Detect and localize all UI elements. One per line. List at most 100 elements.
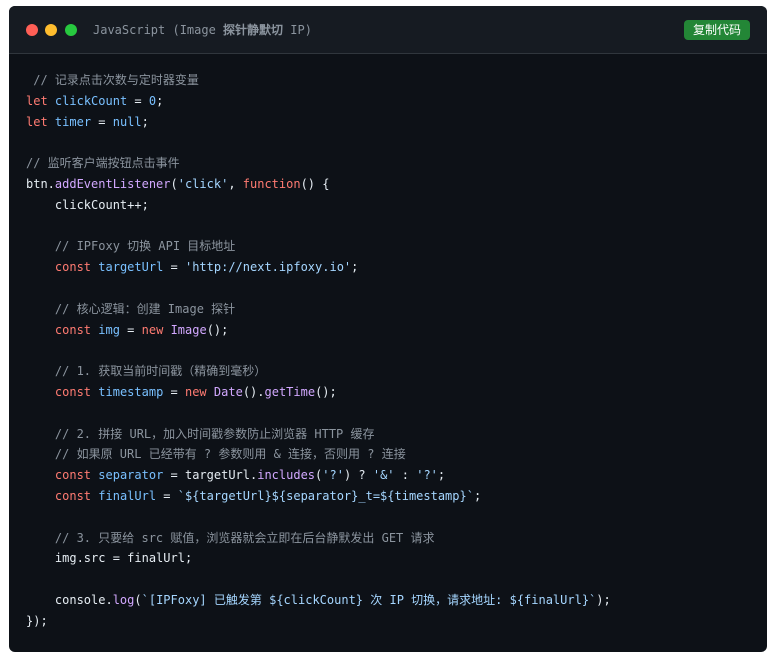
code-window-titlebar: JavaScript (Image 探针静默切 IP) 复制代码 — [9, 6, 767, 54]
code-token-keyword: new — [141, 322, 164, 337]
code-token-default — [26, 260, 55, 274]
code-line: clickCount++; — [26, 195, 611, 216]
code-line: // 记录点击次数与定时器变量 — [26, 70, 611, 91]
code-token-default: ; — [473, 488, 482, 503]
code-token-string: '?' — [416, 468, 438, 483]
code-token-function: log — [112, 592, 135, 607]
code-token-variable: targetUrl — [98, 260, 164, 275]
code-token-function: Date — [213, 384, 243, 399]
title-bold: 探针静默切 — [223, 23, 284, 37]
code-token-default: () { — [300, 176, 330, 191]
code-token-comment: // 2. 拼接 URL，加入时间戳参数防止浏览器 HTTP 缓存 — [26, 426, 375, 441]
code-token-default: , — [228, 176, 243, 191]
code-line: let timer = null; — [26, 112, 611, 133]
code-token-keyword: const — [54, 384, 92, 399]
code-token-string: '&' — [372, 468, 395, 483]
code-token-default: = targetUrl. — [163, 468, 258, 483]
code-token-variable: img — [98, 322, 120, 337]
code-token-default: btn. — [26, 176, 55, 191]
code-token-keyword: function — [242, 176, 301, 191]
minimize-dot-icon — [45, 24, 57, 36]
code-token-comment: // IPFoxy 切换 API 目标地址 — [26, 239, 236, 254]
code-token-variable: finalUrl — [98, 488, 157, 503]
code-line: btn.addEventListener('click', function()… — [26, 174, 611, 195]
code-line: // 如果原 URL 已经带有 ? 参数则用 & 连接，否则用 ? 连接 — [26, 444, 611, 465]
code-line: ​ — [26, 132, 611, 153]
code-line: // 3. 只要给 src 赋值，浏览器就会立即在后台静默发出 GET 请求 — [26, 528, 611, 549]
code-token-keyword: const — [54, 322, 92, 337]
code-line: const finalUrl = `${targetUrl}${separato… — [26, 486, 611, 507]
code-token-function: getTime — [264, 384, 316, 399]
code-token-default: : — [394, 468, 417, 483]
code-token-default: = — [156, 488, 178, 503]
code-token-default — [48, 115, 55, 129]
code-line: ​ — [26, 340, 611, 361]
code-token-keyword: let — [26, 114, 48, 129]
code-token-default: ); — [596, 592, 611, 607]
code-token-default: }); — [26, 613, 48, 628]
code-token-default: img.src = finalUrl; — [26, 551, 193, 566]
code-token-variable: timestamp — [98, 384, 164, 399]
code-token-default: console. — [26, 592, 113, 607]
code-line: ​ — [26, 278, 611, 299]
code-token-keyword: const — [54, 488, 92, 503]
code-token-default: (); — [315, 384, 337, 399]
code-token-function: includes — [257, 468, 316, 483]
code-token-default: ; — [351, 260, 359, 275]
code-line: img.src = finalUrl; — [26, 548, 611, 569]
code-block: // 记录点击次数与定时器变量 let clickCount = 0; let ti… — [26, 70, 611, 632]
code-line: ​ — [26, 569, 611, 590]
code-token-comment: // 1. 获取当前时间戳（精确到毫秒） — [26, 364, 267, 379]
copy-code-button[interactable]: 复制代码 — [683, 20, 750, 40]
code-line: const separator = targetUrl.includes('?'… — [26, 465, 611, 486]
code-token-keyword: new — [184, 384, 207, 399]
code-token-default — [26, 468, 55, 482]
code-line: const img = new Image(); — [26, 320, 611, 341]
code-line: }); — [26, 611, 611, 632]
code-line: // IPFoxy 切换 API 目标地址 — [26, 236, 611, 257]
title-suffix: IP) — [283, 23, 312, 37]
code-token-default: = — [163, 260, 185, 275]
code-token-string: `${targetUrl}${separator}_t=${timestamp}… — [177, 488, 474, 503]
code-token-default: (). — [242, 384, 265, 399]
code-line: // 2. 拼接 URL，加入时间戳参数防止浏览器 HTTP 缓存 — [26, 424, 611, 445]
code-token-string: 'click' — [177, 176, 229, 191]
code-line: // 1. 获取当前时间戳（精确到毫秒） — [26, 361, 611, 382]
code-token-variable: null — [112, 114, 142, 129]
code-token-comment: // 记录点击次数与定时器变量 — [26, 73, 199, 87]
code-token-variable: 0 — [148, 93, 157, 108]
code-window: JavaScript (Image 探针静默切 IP) 复制代码 // 记录点击… — [9, 6, 767, 652]
code-token-default — [48, 94, 55, 108]
code-token-default — [207, 385, 214, 399]
code-token-keyword: const — [54, 260, 92, 275]
code-token-default — [26, 385, 55, 399]
code-token-variable: separator — [98, 468, 164, 483]
code-token-comment: // 3. 只要给 src 赋值，浏览器就会立即在后台静默发出 GET 请求 — [26, 530, 435, 545]
code-line: const targetUrl = 'http://next.ipfoxy.io… — [26, 257, 611, 278]
code-token-function: addEventListener — [54, 176, 171, 191]
code-token-variable: timer — [54, 114, 92, 129]
code-line: ​ — [26, 216, 611, 237]
code-token-default: ; — [156, 93, 164, 108]
code-token-comment: // 核心逻辑：创建 Image 探针 — [26, 301, 236, 316]
code-token-default: ; — [141, 114, 149, 129]
code-token-default: ( — [170, 176, 178, 191]
maximize-dot-icon — [65, 24, 77, 36]
code-token-default: = — [119, 322, 142, 337]
code-token-default: ( — [134, 592, 142, 607]
title-prefix: JavaScript (Image — [93, 23, 224, 37]
code-token-comment: // 监听客户端按钮点击事件 — [26, 156, 180, 171]
code-token-default: ) ? — [343, 468, 373, 483]
code-token-default: ; — [437, 468, 446, 483]
code-token-string: `[IPFoxy] 已触发第 ${clickCount} 次 IP 切换，请求地… — [141, 592, 597, 607]
code-line: console.log(`[IPFoxy] 已触发第 ${clickCount}… — [26, 590, 611, 611]
code-token-default: = — [127, 93, 149, 108]
code-token-keyword: let — [26, 93, 48, 108]
code-line: const timestamp = new Date().getTime(); — [26, 382, 611, 403]
code-token-default: = — [91, 114, 113, 129]
code-token-default: clickCount++; — [26, 197, 149, 212]
code-line: let clickCount = 0; — [26, 91, 611, 112]
code-token-default: = — [163, 384, 185, 399]
code-line: // 监听客户端按钮点击事件 — [26, 153, 611, 174]
code-language-title: JavaScript (Image 探针静默切 IP) — [93, 21, 312, 39]
